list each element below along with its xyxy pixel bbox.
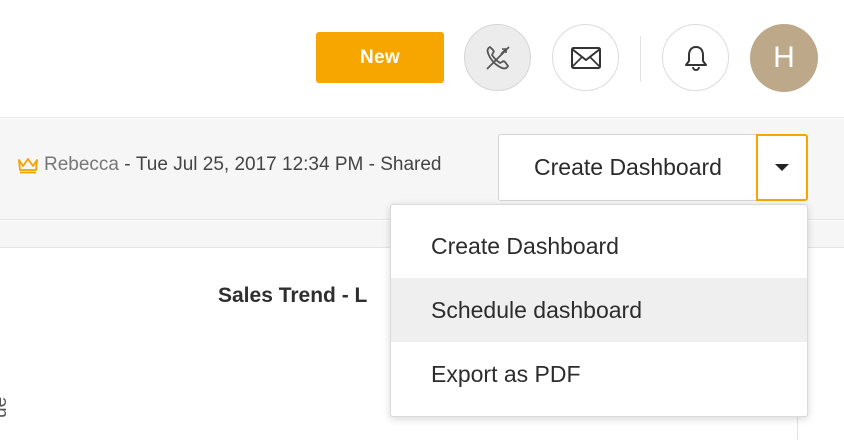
dashboard-author: Rebecca: [44, 154, 119, 175]
meta-separator: -: [119, 154, 136, 175]
header-divider: [640, 36, 641, 82]
menu-item-export-pdf[interactable]: Export as PDF: [391, 342, 807, 406]
bell-icon: [684, 45, 707, 71]
new-button[interactable]: New: [316, 32, 444, 83]
chart-title: Sales Trend - L: [218, 284, 368, 307]
dashboard-date: Tue Jul 25, 2017 12:34 PM: [135, 154, 364, 175]
actions-dropdown-menu: Create Dashboard Schedule dashboard Expo…: [390, 204, 808, 417]
avatar[interactable]: H: [750, 24, 818, 92]
actions-dropdown-toggle[interactable]: [756, 134, 808, 201]
caret-down-icon: [775, 164, 789, 171]
create-dashboard-button[interactable]: Create Dashboard: [498, 134, 757, 201]
chart-y-axis-label: ue: [0, 396, 11, 418]
notifications-button[interactable]: [662, 24, 729, 91]
mail-button[interactable]: [552, 24, 619, 91]
crown-icon: [18, 158, 38, 174]
menu-item-create-dashboard[interactable]: Create Dashboard: [391, 214, 807, 278]
meta-separator: -: [363, 154, 381, 175]
top-header: New H: [0, 0, 844, 118]
mail-icon: [570, 46, 601, 69]
menu-item-schedule-dashboard[interactable]: Schedule dashboard: [391, 278, 807, 342]
phone-button[interactable]: [464, 24, 531, 91]
phone-disabled-icon: [485, 45, 510, 70]
dashboard-status: Shared: [380, 154, 442, 175]
dashboard-meta: Rebecca - Tue Jul 25, 2017 12:34 PM - Sh…: [17, 154, 442, 176]
